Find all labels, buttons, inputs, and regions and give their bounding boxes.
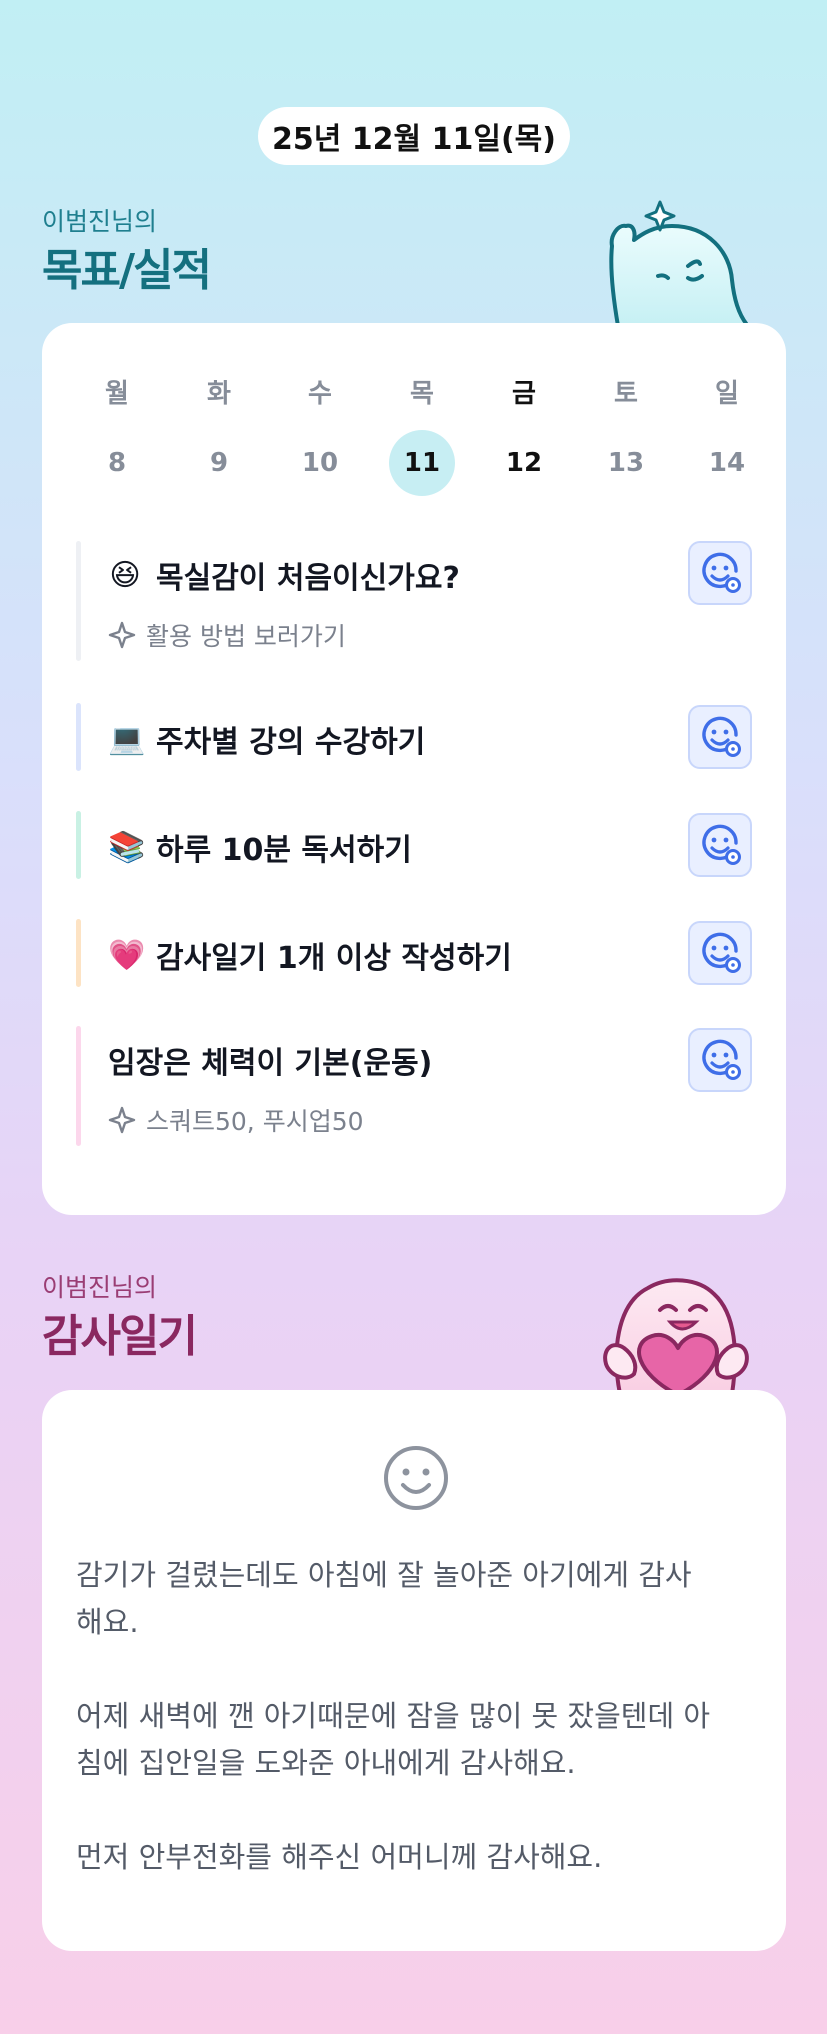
thanks-diary-text: 감기가 걸렸는데도 아침에 잘 놀아준 아기에게 감사 해요. 어제 새벽에 깬… [76,1558,711,1874]
thanks-section-title: 감사일기 [42,1311,198,1362]
calendar-day-number: 12 [505,448,543,478]
add-reaction-button[interactable] [688,541,752,605]
calendar-day[interactable]: 9 [186,430,252,496]
weekday-label: 수 [308,379,332,409]
weekday-label: 토 [614,379,638,409]
goal-title: 하루 10분 독서하기 [156,833,412,868]
goal-emoji-icon: 💻 [108,721,146,757]
goal-title-row: 📚 하루 10분 독서하기 [108,825,412,869]
goal-note[interactable]: 활용 방법 보러가기 [108,617,346,653]
calendar-day[interactable]: 8 [84,430,150,496]
smiley-face-icon [384,1446,448,1510]
goal-item[interactable]: 💻 주차별 강의 수강하기 [76,703,752,771]
goals-card: 월 8 화 9 수 10 목 11 금 12 토 13 일 14 😆 목실감이 처음이신가요? 활용 방법 보… [42,323,786,1215]
goal-emoji-icon: 💗 [108,937,146,973]
goal-color-bar [76,703,81,771]
add-reaction-button[interactable] [688,705,752,769]
goal-emoji-icon: 📚 [108,829,146,865]
goal-color-bar [76,919,81,987]
weekday-label: 월 [105,379,129,409]
weekday-label: 일 [715,379,739,409]
goal-title: 목실감이 처음이신가요? [156,561,460,596]
goal-note-text: 활용 방법 보러가기 [146,622,346,651]
weekday-label: 목 [410,379,434,409]
thanks-diary-card[interactable]: 감기가 걸렸는데도 아침에 잘 놀아준 아기에게 감사 해요. 어제 새벽에 깬… [42,1390,786,1951]
goal-note-text: 스쿼트50, 푸시업50 [146,1107,364,1136]
goal-color-bar [76,811,81,879]
calendar-day-number: 11 [389,430,455,496]
weekday-label: 금 [512,379,536,409]
calendar-day-number: 14 [708,448,746,478]
weekday-label: 화 [207,379,231,409]
calendar-day[interactable]: 12 [491,430,557,496]
smiley-add-icon [698,931,742,975]
smiley-add-icon [698,823,742,867]
thanks-section-subtitle: 이범진님의 [42,1273,158,1302]
mascot-teal-illustration [609,200,748,326]
goal-item[interactable]: 임장은 체력이 기본(운동) 스쿼트50, 푸시업50 [76,1026,752,1146]
goal-color-bar [76,1026,81,1146]
smiley-add-icon [698,715,742,759]
calendar-day[interactable]: 11 [389,430,455,496]
goals-section-subtitle: 이범진님의 [42,207,158,236]
calendar-day-number: 8 [107,448,127,478]
goal-title: 감사일기 1개 이상 작성하기 [156,941,512,976]
goals-section-title: 목표/실적 [42,245,212,296]
goal-title-row: 💻 주차별 강의 수강하기 [108,717,425,761]
calendar-day[interactable]: 10 [287,430,353,496]
date-selector[interactable]: 25년 12월 11일(목) [258,107,570,165]
goal-item[interactable]: 📚 하루 10분 독서하기 [76,811,752,879]
sparkle-icon [108,1106,136,1134]
goal-title-row: 임장은 체력이 기본(운동) [108,1038,432,1082]
goal-emoji-icon: 😆 [109,557,141,593]
goal-title-row: 😆 목실감이 처음이신가요? [108,553,460,597]
goal-color-bar [76,541,81,661]
goal-title-row: 💗 감사일기 1개 이상 작성하기 [108,933,512,977]
add-reaction-button[interactable] [688,921,752,985]
mascot-pink-heart-illustration [603,1278,749,1394]
calendar-day[interactable]: 13 [593,430,659,496]
sparkle-icon [108,621,136,649]
calendar-day-number: 9 [209,448,229,478]
goal-title: 임장은 체력이 기본(운동) [108,1046,433,1081]
add-reaction-button[interactable] [688,813,752,877]
smiley-add-icon [698,1038,742,1082]
goal-note: 스쿼트50, 푸시업50 [108,1102,364,1138]
calendar-day-number: 13 [607,448,645,478]
goal-item[interactable]: 😆 목실감이 처음이신가요? 활용 방법 보러가기 [76,541,752,661]
goal-title: 주차별 강의 수강하기 [156,725,426,760]
calendar-day[interactable]: 14 [694,430,760,496]
smiley-add-icon [698,551,742,595]
goal-item[interactable]: 💗 감사일기 1개 이상 작성하기 [76,919,752,987]
add-reaction-button[interactable] [688,1028,752,1092]
calendar-day-number: 10 [301,448,339,478]
